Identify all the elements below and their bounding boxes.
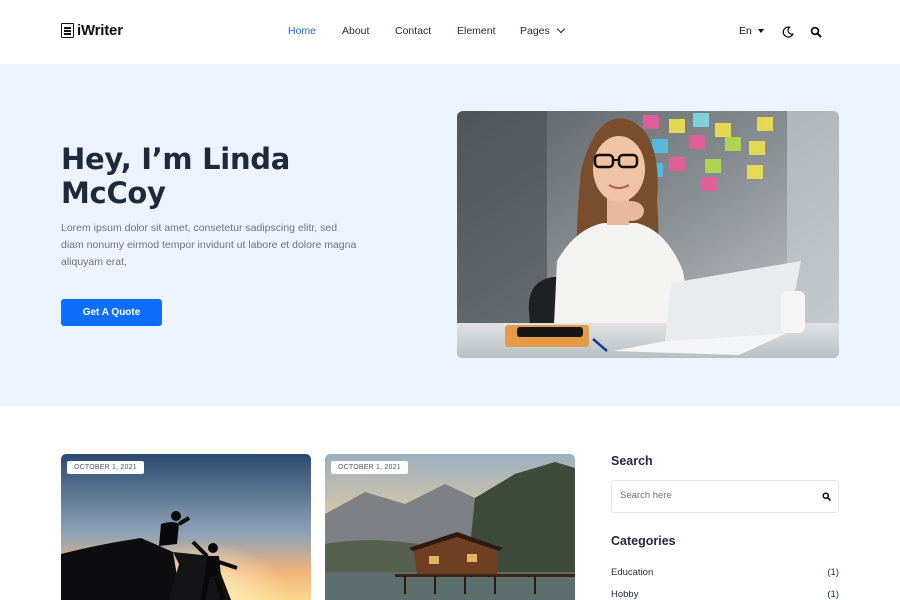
brand-name: iWriter: [77, 22, 123, 39]
category-item[interactable]: Education (1): [611, 567, 839, 578]
logo-notebook-icon: [61, 23, 74, 38]
nav-home[interactable]: Home: [288, 25, 316, 37]
moon-icon[interactable]: [782, 26, 794, 38]
post-card[interactable]: OCTOBER 1, 2021: [61, 454, 311, 600]
post-image-lake-cabin: [325, 454, 575, 600]
category-count: (1): [827, 589, 839, 600]
logo[interactable]: iWriter: [61, 22, 123, 39]
site-header: iWriter Home About Contact Element Pages…: [0, 0, 900, 64]
language-selector[interactable]: En: [739, 25, 764, 37]
language-label: En: [739, 25, 752, 37]
search-icon[interactable]: [822, 492, 831, 501]
nav-about[interactable]: About: [342, 25, 369, 37]
post-date-badge: OCTOBER 1, 2021: [67, 461, 144, 474]
nav-contact[interactable]: Contact: [395, 25, 431, 37]
hero-title: Hey, I’m Linda McCoy: [61, 142, 291, 210]
category-item[interactable]: Hobby (1): [611, 589, 839, 600]
caret-down-icon: [757, 29, 764, 33]
category-name: Hobby: [611, 589, 639, 600]
sidebar-search: [611, 480, 839, 513]
category-count: (1): [827, 567, 839, 578]
hero-description: Lorem ipsum dolor sit amet, consetetur s…: [61, 222, 357, 268]
search-icon[interactable]: [810, 26, 822, 38]
nav-pages-label: Pages: [520, 25, 550, 37]
chevron-down-icon: [556, 24, 566, 34]
post-date-badge: OCTOBER 1, 2021: [331, 461, 408, 474]
post-image-climbers: [61, 454, 311, 600]
search-widget-title: Search: [611, 454, 653, 468]
nav-pages[interactable]: Pages: [520, 24, 566, 37]
category-name: Education: [611, 567, 654, 578]
nav-element[interactable]: Element: [457, 25, 496, 37]
post-card[interactable]: OCTOBER 1, 2021: [325, 454, 575, 600]
get-quote-button[interactable]: Get A Quote: [61, 299, 162, 326]
hero-image: [457, 111, 839, 358]
categories-widget-title: Categories: [611, 534, 676, 548]
search-input[interactable]: [620, 490, 810, 501]
